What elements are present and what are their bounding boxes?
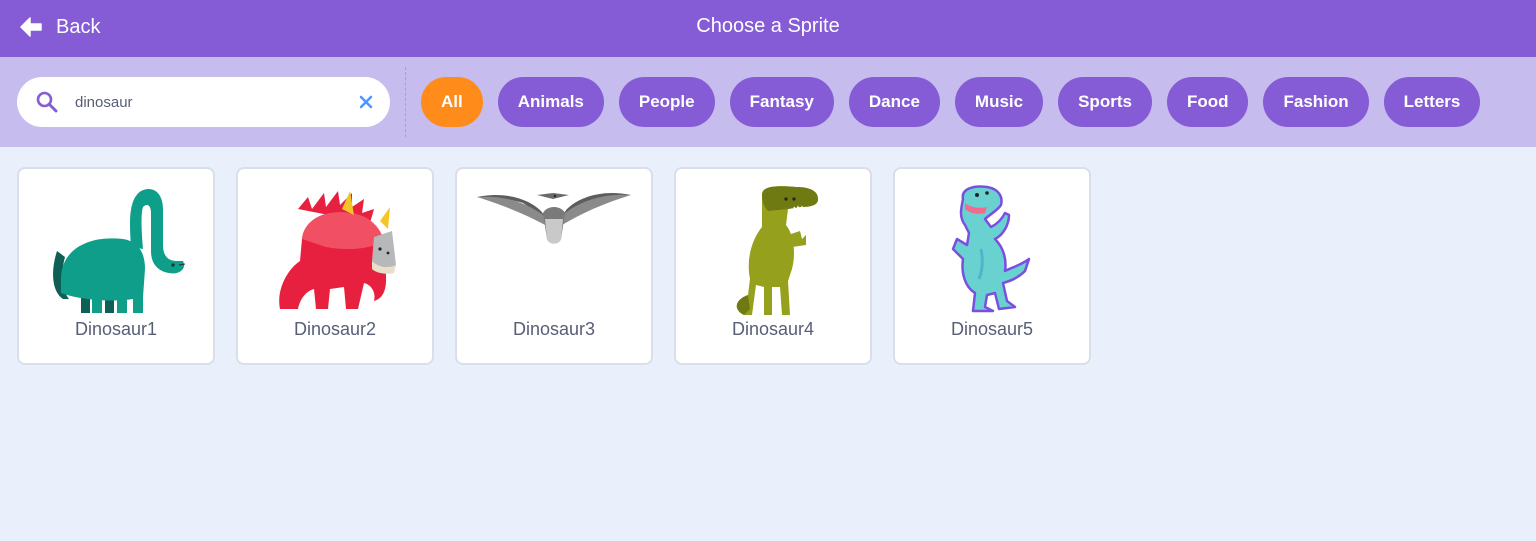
dinosaur4-image: [736, 186, 818, 315]
clear-search-icon[interactable]: [358, 94, 374, 110]
tag-music[interactable]: Music: [954, 77, 1044, 127]
dinosaur2-image: [279, 191, 396, 309]
sprite-name: Dinosaur1: [74, 319, 158, 339]
tag-all[interactable]: All: [421, 77, 483, 127]
filter-bar: All Animals People Fantasy Dance Music S…: [0, 57, 1536, 147]
sprite-card[interactable]: Dinosaur2: [236, 167, 434, 365]
tag-dance[interactable]: Dance: [848, 77, 940, 127]
tag-sports[interactable]: Sports: [1058, 77, 1152, 127]
sprite-card[interactable]: Dinosaur5: [893, 167, 1091, 365]
back-arrow-icon: [20, 17, 42, 37]
sprite-card[interactable]: Dinosaur4: [674, 167, 872, 365]
back-label: Back: [56, 15, 101, 38]
search-box: [17, 77, 390, 127]
sprite-grid: Dinosaur1 Dinosaur2 Dinosaur3 Dinosaur4 …: [17, 167, 1091, 365]
tag-fashion[interactable]: Fashion: [1263, 77, 1369, 127]
header-bar: Back Choose a Sprite: [0, 0, 1536, 57]
page-title: Choose a Sprite: [696, 15, 840, 37]
dinosaur3-image: [477, 192, 631, 244]
search-icon: [36, 91, 58, 113]
sprite-card[interactable]: Dinosaur3: [455, 167, 653, 365]
tag-fantasy[interactable]: Fantasy: [729, 77, 834, 127]
dinosaur1-image: [53, 189, 186, 313]
search-input[interactable]: [75, 87, 345, 117]
sprite-name: Dinosaur4: [731, 319, 815, 339]
sprite-card[interactable]: Dinosaur1: [17, 167, 215, 365]
tag-people[interactable]: People: [618, 77, 715, 127]
sprite-name: Dinosaur3: [512, 319, 596, 339]
dinosaur5-image: [951, 185, 1031, 313]
tag-list: All Animals People Fantasy Dance Music S…: [421, 77, 1481, 127]
tag-animals[interactable]: Animals: [497, 77, 604, 127]
filter-divider: [405, 67, 406, 137]
tag-food[interactable]: Food: [1166, 77, 1249, 127]
tag-letters[interactable]: Letters: [1383, 77, 1481, 127]
back-button[interactable]: Back: [20, 14, 100, 40]
sprite-name: Dinosaur5: [950, 319, 1034, 339]
sprite-name: Dinosaur2: [293, 319, 377, 339]
